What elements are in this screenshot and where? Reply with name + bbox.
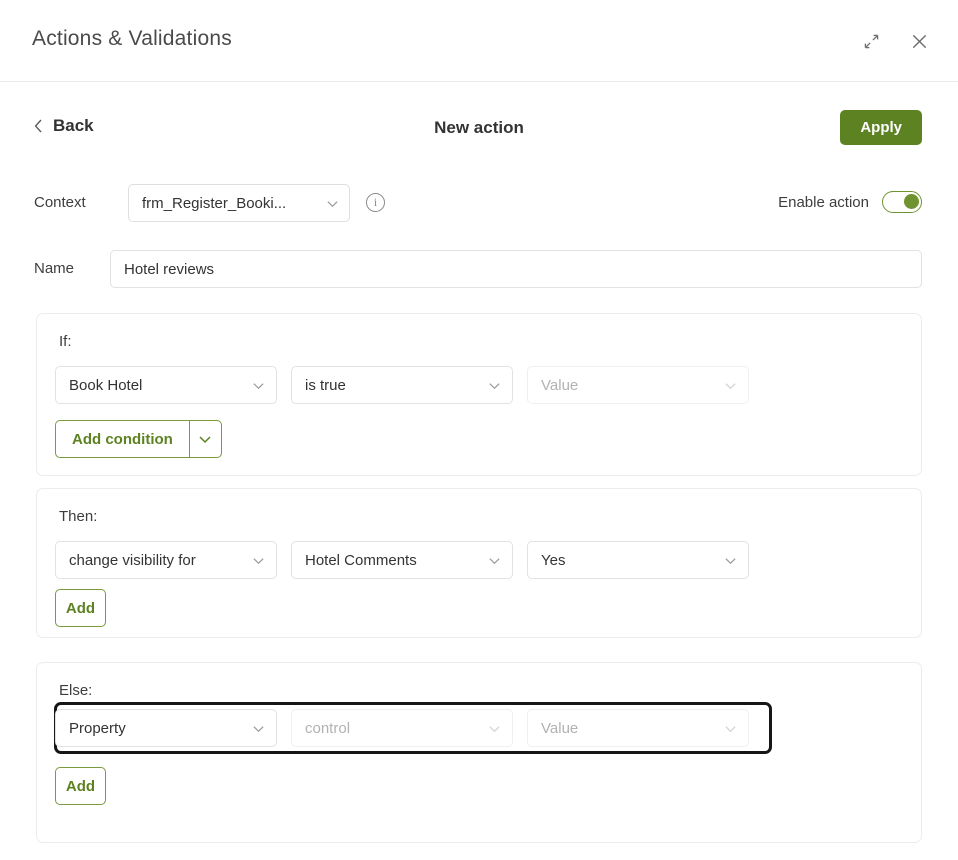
else-action-value: Property [69, 719, 126, 737]
add-condition-button[interactable]: Add condition [55, 420, 189, 458]
window-controls [858, 28, 932, 54]
condition-value-placeholder: Value [541, 376, 579, 394]
panel-titlebar: Actions & Validations [0, 0, 958, 82]
action-subheader: Back New action Apply [0, 110, 958, 168]
condition-operator-select[interactable]: is true [291, 366, 513, 404]
chevron-down-icon [198, 432, 212, 446]
else-target-select: control [291, 709, 513, 747]
else-section-card: Else: Property control Value Add [36, 662, 922, 843]
chevron-down-icon [488, 379, 501, 392]
then-action-row: change visibility for Hotel Comments Yes [55, 541, 749, 579]
then-section-label: Then: [59, 508, 98, 525]
else-add-button[interactable]: Add [55, 767, 106, 805]
chevron-down-icon [724, 379, 737, 392]
add-condition-split-button: Add condition [55, 420, 222, 458]
back-button[interactable]: Back [34, 116, 94, 136]
toggle-knob [904, 194, 919, 209]
then-action-select[interactable]: change visibility for [55, 541, 277, 579]
close-icon[interactable] [906, 28, 932, 54]
context-label: Context [34, 194, 86, 211]
page-title: Actions & Validations [32, 27, 232, 50]
then-action-value: change visibility for [69, 551, 196, 569]
enable-action-group: Enable action [778, 191, 922, 213]
chevron-down-icon [252, 554, 265, 567]
add-condition-dropdown-toggle[interactable] [188, 420, 222, 458]
condition-field-value: Book Hotel [69, 376, 143, 394]
back-label: Back [53, 116, 94, 135]
chevron-down-icon [326, 197, 339, 210]
condition-value-select: Value [527, 366, 749, 404]
enable-action-label: Enable action [778, 193, 869, 211]
chevron-down-icon [252, 379, 265, 392]
actions-validations-panel: Actions & Validations Back New action Ap… [0, 0, 958, 860]
if-section-card: If: Book Hotel is true Value Add conditi… [36, 313, 922, 476]
then-value-select[interactable]: Yes [527, 541, 749, 579]
else-value-placeholder: Value [541, 719, 579, 737]
name-row: Name [0, 250, 958, 288]
else-section-label: Else: [59, 682, 93, 699]
else-value-select: Value [527, 709, 749, 747]
chevron-down-icon [724, 554, 737, 567]
context-row: Context frm_Register_Booki... i Enable a… [0, 184, 958, 224]
chevron-left-icon [34, 119, 43, 133]
if-condition-row: Book Hotel is true Value [55, 366, 749, 404]
context-select[interactable]: frm_Register_Booki... [128, 184, 350, 222]
then-section-card: Then: change visibility for Hotel Commen… [36, 488, 922, 638]
if-section-label: If: [59, 333, 72, 350]
chevron-down-icon [252, 722, 265, 735]
info-circle-icon[interactable]: i [366, 193, 385, 212]
else-target-placeholder: control [305, 719, 351, 737]
enable-action-toggle[interactable] [882, 191, 922, 213]
name-label: Name [34, 260, 75, 277]
condition-operator-value: is true [305, 376, 346, 394]
then-add-button[interactable]: Add [55, 589, 106, 627]
chevron-down-icon [488, 554, 501, 567]
else-action-select[interactable]: Property [55, 709, 277, 747]
name-input[interactable] [110, 250, 922, 288]
expand-icon[interactable] [858, 28, 884, 54]
chevron-down-icon [724, 722, 737, 735]
chevron-down-icon [488, 722, 501, 735]
then-target-select[interactable]: Hotel Comments [291, 541, 513, 579]
new-action-title: New action [434, 118, 524, 137]
then-target-value: Hotel Comments [305, 551, 417, 569]
then-value-value: Yes [541, 551, 566, 569]
condition-field-select[interactable]: Book Hotel [55, 366, 277, 404]
else-action-row: Property control Value [55, 709, 749, 747]
apply-button[interactable]: Apply [840, 110, 922, 145]
context-select-value: frm_Register_Booki... [142, 194, 287, 212]
